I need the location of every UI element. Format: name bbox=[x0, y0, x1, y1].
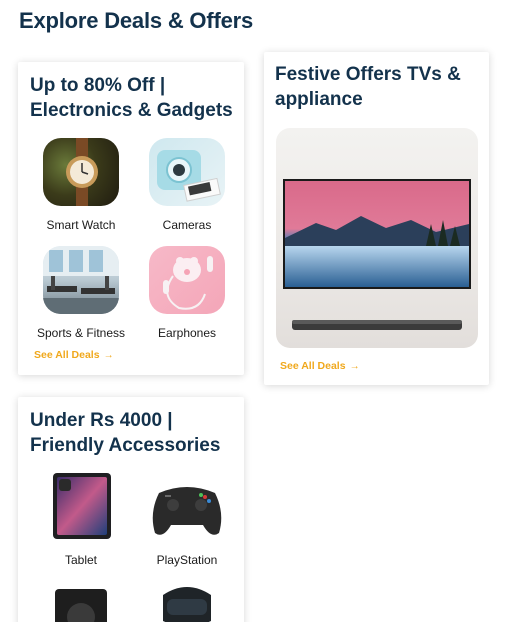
arrow-right-icon: → bbox=[103, 349, 114, 361]
deal-item-label: PlayStation bbox=[156, 553, 218, 567]
deal-item-smart-watch[interactable]: Smart Watch bbox=[28, 138, 134, 232]
see-all-deals-link[interactable]: See All Deals → bbox=[34, 349, 114, 361]
camera-image bbox=[149, 138, 225, 206]
deal-item-earphones[interactable]: Earphones bbox=[134, 246, 240, 340]
deal-item-tablet[interactable]: Tablet bbox=[28, 473, 134, 567]
card-title: Up to 80% Off | Electronics & Gadgets bbox=[30, 75, 233, 121]
deal-item-vr-headset[interactable] bbox=[134, 581, 240, 622]
deal-items-grid: Smart Watch Cameras Sports & Fitness Ear… bbox=[28, 138, 240, 340]
deal-card-accessories: Under Rs 4000 | Friendly Accessories Tab… bbox=[18, 397, 244, 622]
gamepad-image bbox=[149, 473, 225, 541]
tablet-image bbox=[43, 473, 119, 541]
see-all-deals-link[interactable]: See All Deals → bbox=[280, 360, 360, 372]
vr-headset-image bbox=[149, 581, 225, 622]
speaker-image bbox=[43, 581, 119, 622]
gym-equipment-image bbox=[43, 246, 119, 314]
deal-item-label: Earphones bbox=[157, 326, 217, 340]
page-title: Explore Deals & Offers bbox=[19, 8, 254, 33]
deal-card-tvs: Festive Offers TVs & appliance See All D… bbox=[264, 52, 489, 385]
television-image[interactable] bbox=[276, 128, 478, 348]
deal-item-label: Smart Watch bbox=[46, 218, 116, 232]
smart-watch-image bbox=[43, 138, 119, 206]
deal-item-playstation[interactable]: PlayStation bbox=[134, 473, 240, 567]
deal-item-speaker[interactable] bbox=[28, 581, 134, 622]
deal-item-label: Tablet bbox=[64, 553, 98, 567]
deal-item-cameras[interactable]: Cameras bbox=[134, 138, 240, 232]
arrow-right-icon: → bbox=[349, 360, 360, 372]
deal-item-label: Sports & Fitness bbox=[36, 326, 126, 340]
card-title: Under Rs 4000 | Friendly Accessories bbox=[30, 410, 221, 456]
earphones-image bbox=[149, 246, 225, 314]
deal-item-label: Cameras bbox=[162, 218, 212, 232]
card-title: Festive Offers TVs & appliance bbox=[275, 64, 461, 110]
deal-card-electronics: Up to 80% Off | Electronics & Gadgets Sm… bbox=[18, 62, 244, 375]
deal-item-sports-fitness[interactable]: Sports & Fitness bbox=[28, 246, 134, 340]
deal-items-grid: Tablet PlayStation bbox=[28, 473, 240, 622]
